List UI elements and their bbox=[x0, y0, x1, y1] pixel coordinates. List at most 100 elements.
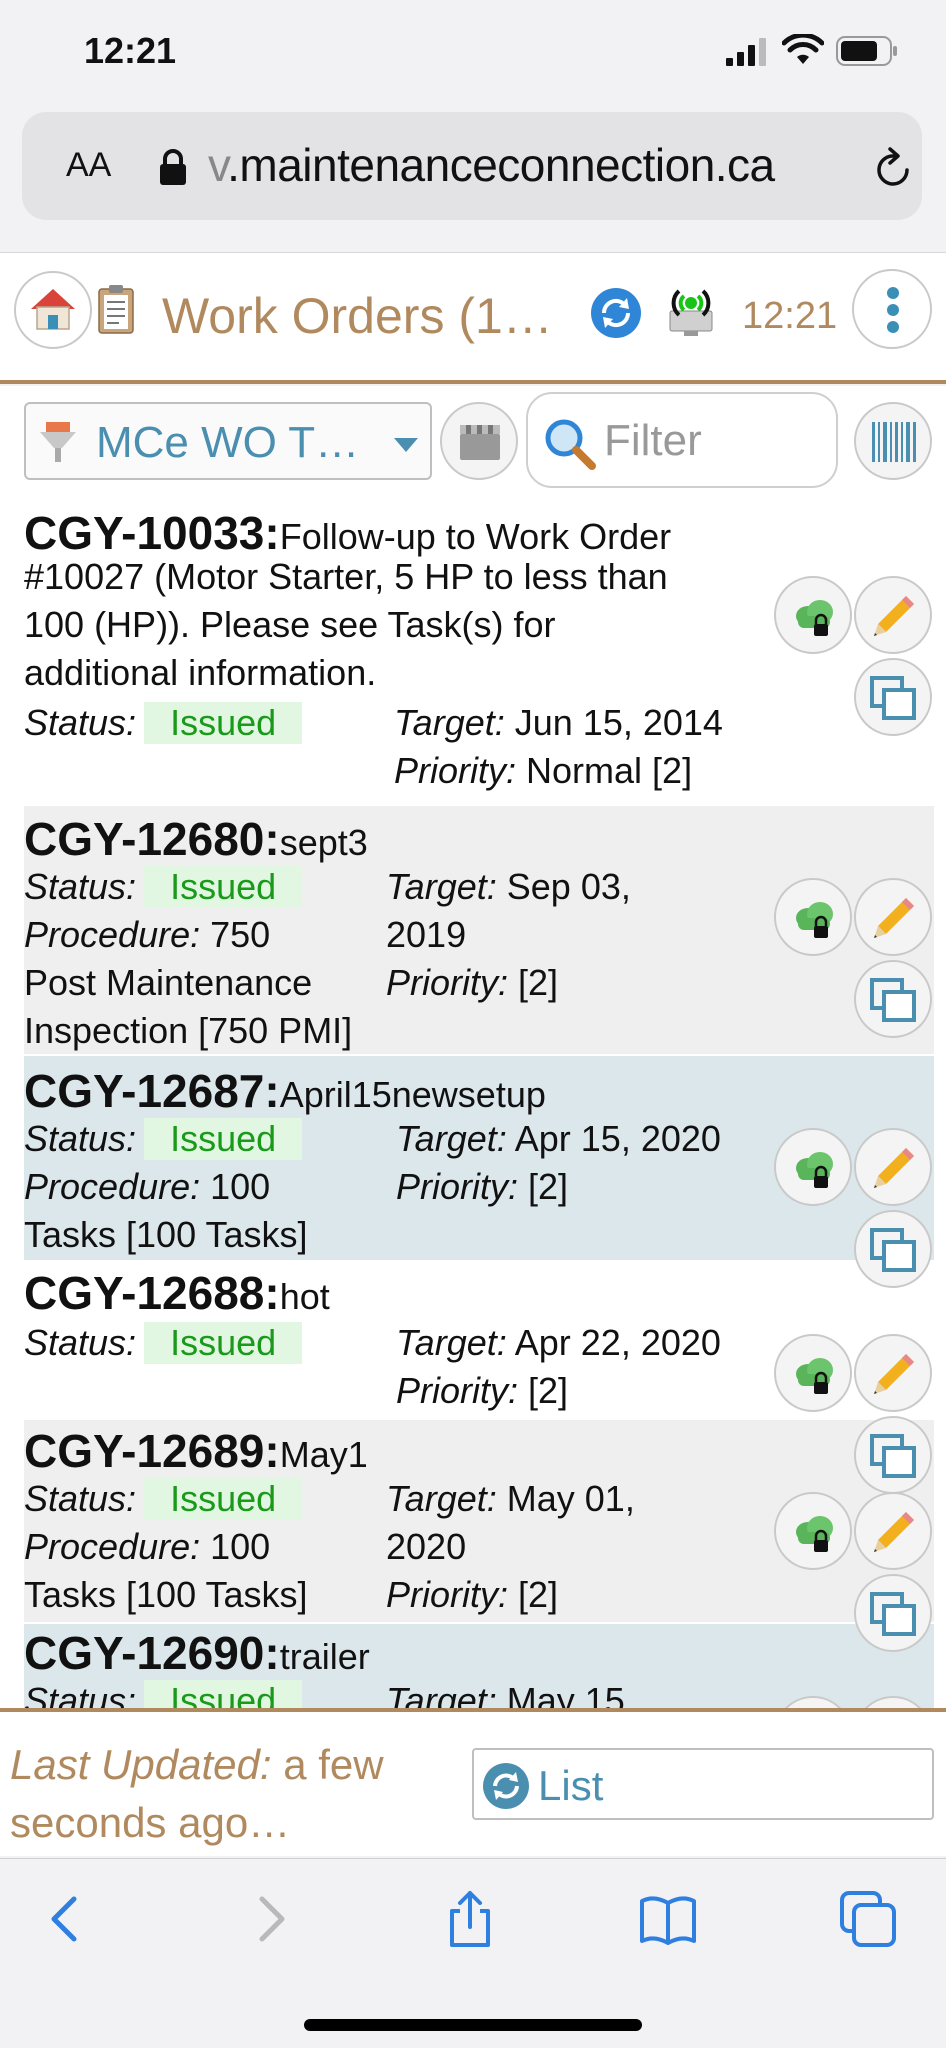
priority-label: Priority: bbox=[394, 750, 517, 791]
cloud-lock-button[interactable] bbox=[774, 1492, 852, 1570]
clapperboard-button[interactable] bbox=[440, 402, 518, 480]
target-label: Target: bbox=[396, 1118, 507, 1159]
procedure-value-cont: Post Maintenance bbox=[24, 962, 313, 1003]
pencil-icon bbox=[874, 1512, 914, 1552]
share-icon[interactable] bbox=[440, 1889, 500, 1949]
copy-button[interactable] bbox=[854, 658, 932, 736]
pencil-icon bbox=[874, 596, 914, 636]
procedure-field: Procedure: 750 bbox=[24, 914, 270, 956]
tabs-icon[interactable] bbox=[838, 1889, 898, 1949]
priority-field: Priority: [2] bbox=[396, 1370, 568, 1412]
text-size-button[interactable]: AA bbox=[66, 146, 111, 185]
work-order-description: hot bbox=[279, 1276, 330, 1317]
cloud-lock-button[interactable] bbox=[774, 1334, 852, 1412]
browser-toolbar bbox=[0, 1858, 946, 2048]
edit-button[interactable] bbox=[854, 576, 932, 654]
lock-icon bbox=[160, 149, 186, 185]
dropdown-arrow-icon bbox=[394, 438, 418, 452]
work-order-row[interactable]: CGY-10033:Follow-up to Work Order #10027… bbox=[24, 506, 934, 804]
last-updated: Last Updated: a few seconds ago… bbox=[10, 1736, 450, 1852]
barcode-scan-button[interactable] bbox=[854, 402, 932, 480]
priority-field: Priority: [2] bbox=[386, 1574, 558, 1616]
pencil-icon bbox=[874, 1354, 914, 1394]
copy-icon bbox=[870, 978, 916, 1022]
procedure-field: Procedure: 100 bbox=[24, 1526, 270, 1568]
cloud-lock-icon bbox=[796, 902, 833, 938]
list-refresh-button[interactable]: List bbox=[472, 1748, 934, 1820]
cloud-lock-button[interactable] bbox=[774, 576, 852, 654]
magnifier-icon bbox=[545, 419, 596, 470]
bookmarks-icon[interactable] bbox=[638, 1889, 698, 1949]
reload-icon[interactable] bbox=[874, 146, 914, 190]
work-order-title-line: CGY-12687:April15newsetup bbox=[24, 1064, 546, 1118]
url-domain: .maintenanceconnection.ca bbox=[227, 139, 775, 191]
sync-icon[interactable] bbox=[590, 287, 642, 339]
copy-icon bbox=[870, 1592, 916, 1636]
target-label: Target: bbox=[386, 1680, 497, 1708]
status-label: Status: bbox=[24, 866, 137, 907]
edit-button[interactable] bbox=[854, 1128, 932, 1206]
work-order-description: 100 (HP)). Please see Task(s) for bbox=[24, 604, 556, 645]
procedure-label: Procedure: bbox=[24, 1526, 201, 1567]
address-bar[interactable]: AA v.maintenanceconnection.ca bbox=[22, 112, 922, 220]
target-value-cont: 2019 bbox=[386, 914, 467, 955]
wifi-icon bbox=[782, 34, 824, 64]
work-order-id: CGY-12690: bbox=[24, 1627, 280, 1679]
cloud-lock-button[interactable] bbox=[774, 1128, 852, 1206]
target-label: Target: bbox=[386, 866, 497, 907]
more-menu-button[interactable] bbox=[852, 269, 932, 349]
priority-value: [2] bbox=[528, 1370, 569, 1411]
forward-icon[interactable] bbox=[240, 1889, 300, 1949]
funnel-icon bbox=[40, 422, 76, 462]
copy-button[interactable] bbox=[854, 1574, 932, 1652]
network-status-icon bbox=[669, 289, 713, 336]
target-field: Target: Apr 22, 2020 bbox=[396, 1322, 721, 1364]
target-field: Target: May 15, bbox=[386, 1680, 635, 1708]
procedure-value: 100 bbox=[210, 1526, 271, 1567]
filter-input[interactable]: Filter bbox=[526, 392, 838, 488]
target-value: Apr 15, 2020 bbox=[514, 1118, 721, 1159]
target-value-cont: 2020 bbox=[386, 1526, 467, 1567]
target-label: Target: bbox=[394, 702, 505, 743]
clapperboard-icon bbox=[460, 425, 500, 460]
cloud-lock-icon bbox=[796, 1152, 833, 1188]
work-order-description: April15newsetup bbox=[279, 1074, 546, 1115]
home-button[interactable] bbox=[14, 271, 92, 349]
work-order-description: sept3 bbox=[279, 822, 368, 863]
copy-button[interactable] bbox=[854, 960, 932, 1038]
status-label: Status: bbox=[24, 702, 137, 743]
copy-button[interactable] bbox=[854, 1210, 932, 1288]
pencil-icon bbox=[874, 898, 914, 938]
target-value: Apr 22, 2020 bbox=[514, 1322, 721, 1363]
list-button-label: List bbox=[538, 1762, 604, 1809]
work-order-row[interactable]: CGY-12690:trailer Status: Issued Target: … bbox=[24, 1624, 934, 1708]
back-icon[interactable] bbox=[36, 1889, 96, 1949]
status-label: Status: bbox=[24, 1118, 137, 1159]
status-badge: Issued bbox=[144, 1118, 303, 1160]
edit-button[interactable] bbox=[854, 1492, 932, 1570]
status-badge: Issued bbox=[144, 1478, 303, 1520]
work-order-description: trailer bbox=[279, 1636, 370, 1677]
cloud-lock-button[interactable] bbox=[774, 878, 852, 956]
pencil-icon bbox=[874, 1148, 914, 1188]
edit-button[interactable] bbox=[854, 878, 932, 956]
work-order-id: CGY-10033: bbox=[24, 507, 280, 559]
status-field: Status: Issued bbox=[24, 1322, 303, 1364]
status-badge: Issued bbox=[144, 1680, 303, 1708]
status-field: Status: Issued bbox=[24, 866, 303, 908]
battery-icon bbox=[836, 36, 897, 66]
kebab-dot-icon bbox=[887, 304, 899, 316]
status-badge: Issued bbox=[144, 866, 303, 908]
work-order-title-line: CGY-12690:trailer bbox=[24, 1626, 370, 1680]
cloud-lock-icon bbox=[796, 1358, 833, 1394]
url-text[interactable]: v.maintenanceconnection.ca bbox=[208, 138, 775, 192]
work-order-description: #10027 (Motor Starter, 5 HP to less than bbox=[24, 556, 668, 597]
copy-button[interactable] bbox=[854, 1416, 932, 1494]
view-select[interactable]: MCe WO T… bbox=[24, 402, 432, 480]
work-order-title-line: CGY-12680:sept3 bbox=[24, 812, 368, 866]
priority-value: [2] bbox=[518, 962, 559, 1003]
target-field: Target: May 01, bbox=[386, 1478, 635, 1520]
status-field: Status: Issued bbox=[24, 1118, 303, 1160]
priority-label: Priority: bbox=[386, 1574, 509, 1615]
edit-button[interactable] bbox=[854, 1334, 932, 1412]
